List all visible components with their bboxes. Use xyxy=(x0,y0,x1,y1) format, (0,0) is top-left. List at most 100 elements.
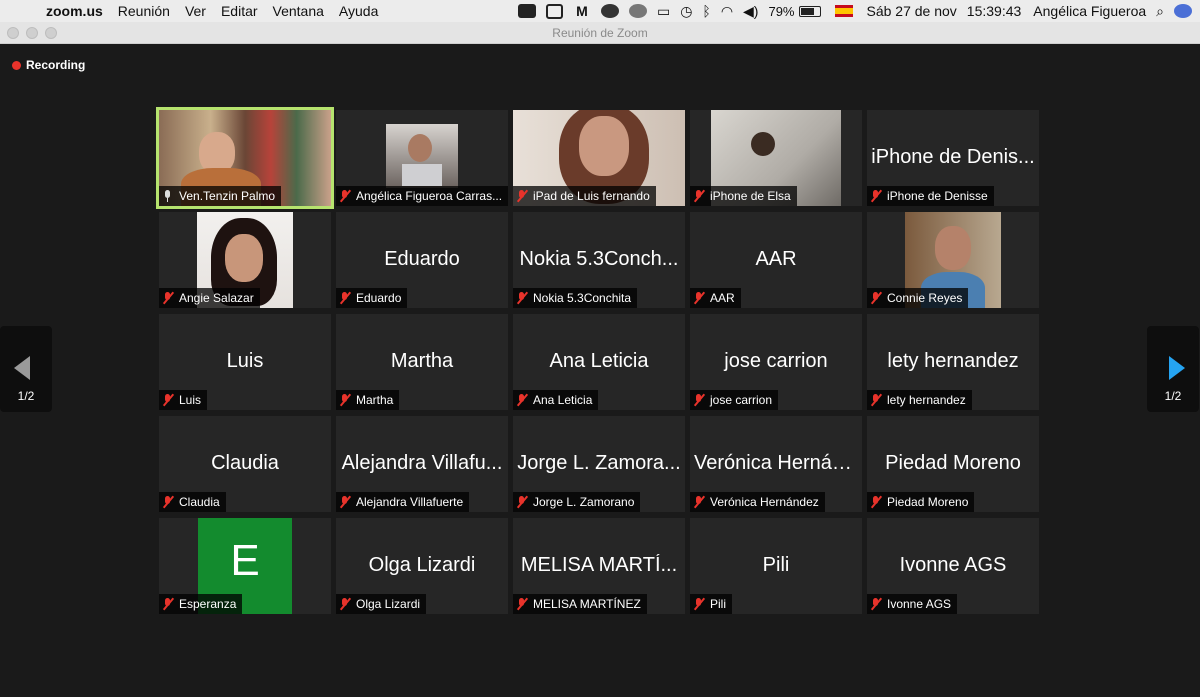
participant-name: Angélica Figueroa Carras... xyxy=(356,189,503,203)
participant-tile[interactable]: Angie Salazar xyxy=(159,212,331,308)
participant-name: lety hernandez xyxy=(887,393,966,407)
avatar-letter: E xyxy=(230,536,260,585)
participant-tile[interactable]: iPhone de Elsa xyxy=(690,110,862,206)
participant-name: Alejandra Villafuerte xyxy=(356,495,464,509)
participant-name-label: Esperanza xyxy=(159,594,243,614)
search-icon[interactable]: ⌕ xyxy=(1156,3,1164,20)
m-tray-icon[interactable]: M xyxy=(573,4,591,18)
participant-name-label: iPhone de Denisse xyxy=(867,186,994,206)
bluetooth-icon[interactable]: ᛒ xyxy=(702,3,710,19)
participant-display-name: jose carrion xyxy=(724,350,828,372)
participant-name-label: Nokia 5.3Conchita xyxy=(513,288,638,308)
participant-tile[interactable]: Nokia 5.3Conch... Nokia 5.3Conchita xyxy=(513,212,685,308)
mic-muted-icon xyxy=(515,189,529,203)
participant-name-label: Ven.Tenzin Palmo xyxy=(159,186,282,206)
participant-name-label: AAR xyxy=(690,288,741,308)
app-menu[interactable]: zoom.us xyxy=(46,3,103,19)
participant-name: Esperanza xyxy=(179,597,237,611)
participant-display-name: Olga Lizardi xyxy=(368,554,476,576)
participant-display-name: Ana Leticia xyxy=(549,350,649,372)
participant-tile[interactable]: Ivonne AGS Ivonne AGS xyxy=(867,518,1039,614)
battery-percent: 79% xyxy=(768,3,795,19)
participant-display-name: Martha xyxy=(390,350,454,372)
participant-tile[interactable]: jose carrion jose carrion xyxy=(690,314,862,410)
mic-muted-icon xyxy=(338,189,352,203)
participant-tile[interactable]: Olga Lizardi Olga Lizardi xyxy=(336,518,508,614)
wifi-icon[interactable]: ◠ xyxy=(721,3,733,20)
input-source-flag-icon[interactable] xyxy=(834,5,853,17)
mic-muted-icon xyxy=(692,597,706,611)
participant-name-label: Pili xyxy=(690,594,733,614)
participant-tile[interactable]: iPad de Luis fernando xyxy=(513,110,685,206)
mic-muted-icon xyxy=(869,495,883,509)
participant-tile[interactable]: Verónica Hernán... Verónica Hernández xyxy=(690,416,862,512)
participant-tile[interactable]: Eduardo Eduardo xyxy=(336,212,508,308)
page-indicator-right: 1/2 xyxy=(1164,389,1182,403)
meeting-stage: Recording 1/2 1/2 Ven.Tenzin Palmo Angéli… xyxy=(0,44,1200,697)
siri-icon[interactable] xyxy=(1174,4,1192,18)
previous-page-button[interactable]: 1/2 xyxy=(0,326,52,412)
mic-muted-icon xyxy=(338,495,352,509)
screen-tray-icon[interactable] xyxy=(545,3,563,19)
mic-muted-icon xyxy=(869,291,883,305)
next-page-button[interactable]: 1/2 xyxy=(1147,326,1199,412)
mic-muted-icon xyxy=(692,189,706,203)
participant-tile[interactable]: Martha Martha xyxy=(336,314,508,410)
battery-fill xyxy=(800,7,814,15)
menu-time[interactable]: 15:39:43 xyxy=(967,3,1022,19)
menu-item-editar[interactable]: Editar xyxy=(221,3,258,19)
participant-tile[interactable]: MELISA MARTÍ... MELISA MARTÍNEZ xyxy=(513,518,685,614)
participant-display-name: Pili xyxy=(762,554,790,576)
mic-muted-icon xyxy=(692,291,706,305)
participant-tile[interactable]: Pili Pili xyxy=(690,518,862,614)
participant-display-name: Luis xyxy=(226,350,264,372)
menu-date[interactable]: Sáb 27 de nov xyxy=(867,3,957,19)
battery-status[interactable]: 79% xyxy=(768,3,821,19)
menu-item-reunion[interactable]: Reunión xyxy=(118,3,170,19)
mic-muted-icon xyxy=(161,495,175,509)
participant-tile[interactable]: AAR AAR xyxy=(690,212,862,308)
volume-icon[interactable]: ◀) xyxy=(743,3,758,20)
status-tray: M ▭ ◷ ᛒ ◠ ◀) 79% Sáb 27 de nov 15:39:43 … xyxy=(508,0,1192,22)
participant-name: Claudia xyxy=(179,495,220,509)
participant-name: MELISA MARTÍNEZ xyxy=(533,597,641,611)
participant-tile[interactable]: E Esperanza xyxy=(159,518,331,614)
participant-tile[interactable]: Piedad Moreno Piedad Moreno xyxy=(867,416,1039,512)
participant-tile[interactable]: Jorge L. Zamora... Jorge L. Zamorano xyxy=(513,416,685,512)
scissors-tray-icon[interactable] xyxy=(628,4,647,18)
window-title: Reunión de Zoom xyxy=(552,26,648,40)
mic-icon xyxy=(161,189,175,203)
participant-tile[interactable]: Ana Leticia Ana Leticia xyxy=(513,314,685,410)
participant-name: Olga Lizardi xyxy=(356,597,421,611)
mic-muted-icon xyxy=(161,597,175,611)
mic-muted-icon xyxy=(869,189,883,203)
participant-tile[interactable]: Luis Luis xyxy=(159,314,331,410)
time-machine-icon[interactable]: ◷ xyxy=(680,3,692,20)
participant-tile[interactable]: Connie Reyes xyxy=(867,212,1039,308)
participant-tile[interactable]: Ven.Tenzin Palmo xyxy=(156,107,334,209)
participant-display-name: Alejandra Villafu... xyxy=(341,452,503,474)
menu-item-ver[interactable]: Ver xyxy=(185,3,206,19)
airplay-icon[interactable]: ▭ xyxy=(657,3,670,20)
participant-name-label: jose carrion xyxy=(690,390,779,410)
menu-item-ventana[interactable]: Ventana xyxy=(273,3,324,19)
app-tray-icon[interactable] xyxy=(600,4,619,18)
participant-display-name: Eduardo xyxy=(384,248,460,270)
participant-name-label: Olga Lizardi xyxy=(336,594,427,614)
participant-name: Martha xyxy=(356,393,394,407)
battery-icon xyxy=(798,5,821,17)
mic-muted-icon xyxy=(692,393,706,407)
participant-tile[interactable]: lety hernandez lety hernandez xyxy=(867,314,1039,410)
zoom-tray-icon[interactable] xyxy=(517,4,536,18)
participant-tile[interactable]: iPhone de Denis... iPhone de Denisse xyxy=(867,110,1039,206)
participant-display-name: Claudia xyxy=(211,452,279,474)
menu-user[interactable]: Angélica Figueroa xyxy=(1033,3,1146,19)
participant-name-label: Ivonne AGS xyxy=(867,594,958,614)
participant-tile[interactable]: Claudia Claudia xyxy=(159,416,331,512)
mic-muted-icon xyxy=(161,291,175,305)
participant-tile[interactable]: Angélica Figueroa Carras... xyxy=(336,110,508,206)
participant-tile[interactable]: Alejandra Villafu... Alejandra Villafuert… xyxy=(336,416,508,512)
participant-name-label: Verónica Hernández xyxy=(690,492,825,512)
menu-item-ayuda[interactable]: Ayuda xyxy=(339,3,378,19)
participant-display-name: Nokia 5.3Conch... xyxy=(519,248,679,270)
